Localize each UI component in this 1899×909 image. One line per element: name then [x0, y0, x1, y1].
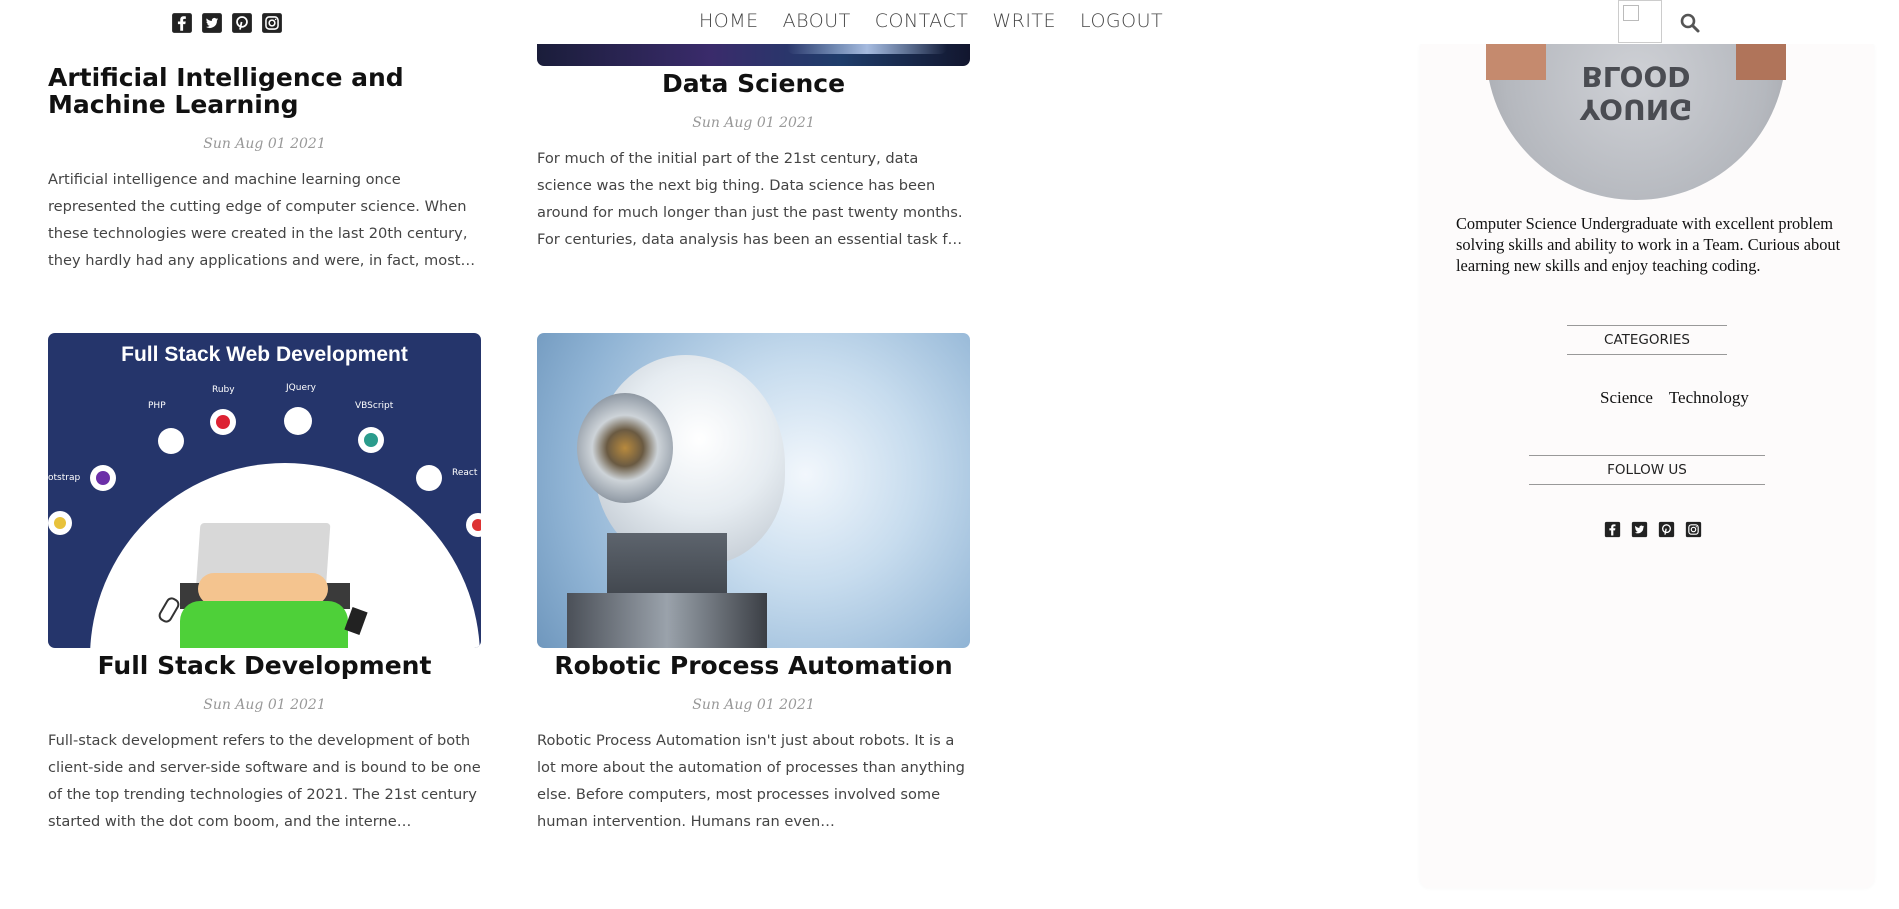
post-excerpt: For much of the initial part of the 21st… — [537, 150, 963, 248]
nav-home-link[interactable]: HOME — [699, 10, 759, 32]
post-image[interactable] — [537, 333, 970, 648]
search-icon[interactable] — [1679, 12, 1701, 34]
tech-logo — [416, 465, 442, 491]
tech-logo — [48, 511, 72, 535]
post-excerpt: Full-stack development refers to the dev… — [48, 732, 481, 830]
post-date: Sun Aug 01 2021 — [203, 697, 326, 713]
tech-label: VBScript — [355, 401, 394, 411]
instagram-icon[interactable] — [1685, 521, 1702, 538]
nav-contact-link[interactable]: CONTACT — [875, 10, 969, 32]
post-excerpt: Robotic Process Automation isn't just ab… — [537, 732, 965, 830]
post-date: Sun Aug 01 2021 — [203, 136, 326, 152]
post-card[interactable]: Artificial Intelligence and Machine Lear… — [48, 64, 481, 274]
post-title[interactable]: Robotic Process Automation — [537, 652, 970, 679]
tech-label: otstrap — [48, 473, 81, 483]
post-card[interactable]: Robotic Process Automation Sun Aug 01 20… — [537, 333, 970, 835]
follow-us-title: FOLLOW US — [1529, 455, 1765, 485]
nav-about-link[interactable]: ABOUT — [783, 10, 851, 32]
tech-logo — [210, 409, 236, 435]
post-title[interactable]: Full Stack Development — [48, 652, 481, 679]
pinterest-square-icon[interactable] — [1658, 521, 1675, 538]
twitter-square-icon[interactable] — [201, 12, 223, 34]
tech-label: PHP — [148, 401, 166, 411]
nav-logout-link[interactable]: LOGOUT — [1080, 10, 1163, 32]
post-card[interactable]: Full Stack Web Development PHP Ruby JQue… — [48, 333, 481, 835]
nav-write-link[interactable]: WRITE — [992, 10, 1056, 32]
facebook-square-icon[interactable] — [171, 12, 193, 34]
post-date: Sun Aug 01 2021 — [692, 697, 815, 713]
tech-label: Ruby — [212, 385, 235, 395]
tech-logo — [358, 427, 384, 453]
categories-title: CATEGORIES — [1567, 325, 1727, 355]
tech-logo — [158, 428, 184, 454]
top-bar: HOME ABOUT CONTACT WRITE LOGOUT — [0, 0, 1899, 44]
image-heading: Full Stack Web Development — [121, 343, 408, 366]
tech-label: React — [452, 468, 478, 478]
tech-logo — [466, 513, 481, 537]
green-shirt — [180, 601, 348, 648]
post-date: Sun Aug 01 2021 — [692, 115, 815, 131]
facebook-square-icon[interactable] — [1604, 521, 1621, 538]
category-list: Science Technology — [1600, 388, 1749, 408]
post-title[interactable]: Artificial Intelligence and Machine Lear… — [48, 64, 408, 118]
post-image[interactable]: Full Stack Web Development PHP Ruby JQue… — [48, 333, 481, 648]
instagram-icon[interactable] — [261, 12, 283, 34]
shirt-text: YOUNG BLOOD — [1579, 60, 1693, 126]
twitter-square-icon[interactable] — [1631, 521, 1648, 538]
robot-shoulder — [567, 593, 767, 648]
tech-logo — [90, 465, 116, 491]
category-link-science[interactable]: Science — [1600, 388, 1653, 408]
category-link-technology[interactable]: Technology — [1669, 388, 1749, 408]
sidebar-social-icons — [1604, 521, 1702, 538]
author-bio: Computer Science Undergraduate with exce… — [1456, 214, 1841, 276]
sidebar: YOUNG BLOOD Computer Science Undergradua… — [1420, 0, 1874, 888]
post-excerpt: Artificial intelligence and machine lear… — [48, 171, 476, 269]
tech-label: JQuery — [286, 383, 317, 393]
top-social-icons — [171, 12, 283, 34]
main-nav: HOME ABOUT CONTACT WRITE LOGOUT — [699, 10, 1187, 32]
post-title[interactable]: Data Science — [537, 70, 970, 97]
tech-logo — [284, 407, 312, 435]
robot-ear — [577, 393, 673, 503]
pinterest-square-icon[interactable] — [231, 12, 253, 34]
user-avatar[interactable] — [1618, 0, 1662, 43]
